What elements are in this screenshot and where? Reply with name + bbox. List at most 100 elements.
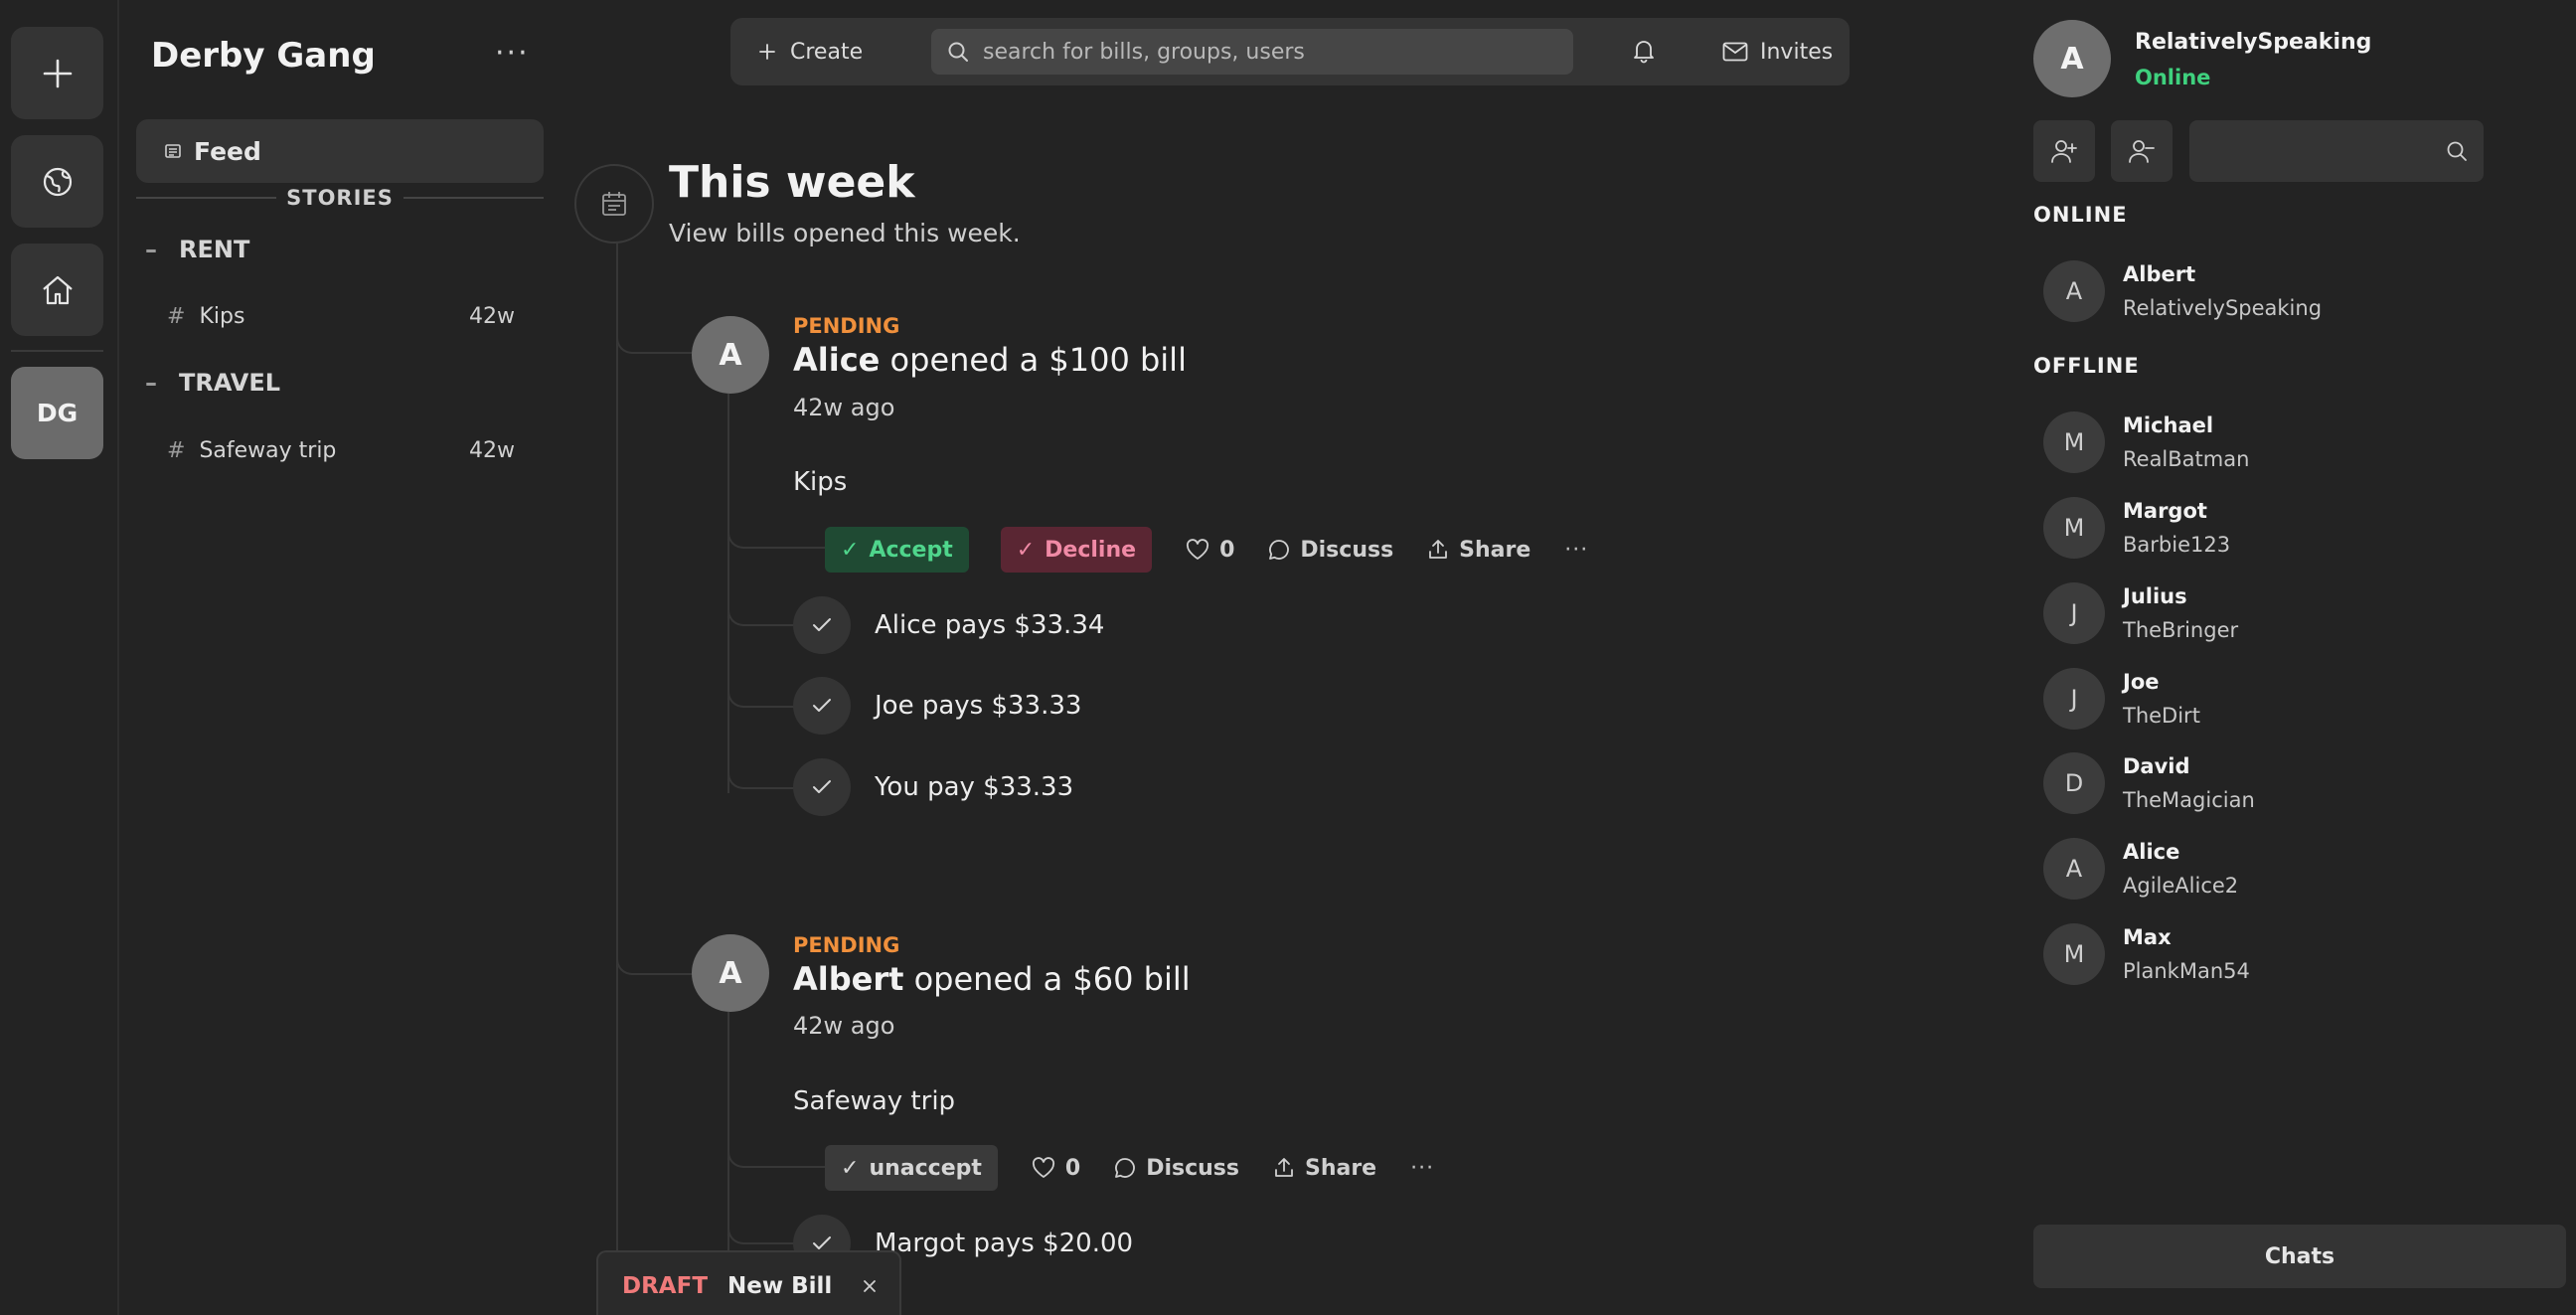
share-label: Share bbox=[1459, 537, 1531, 563]
search-input[interactable] bbox=[983, 39, 1539, 65]
unaccept-button[interactable]: ✓ unaccept bbox=[825, 1145, 998, 1191]
discuss-label: Discuss bbox=[1146, 1155, 1239, 1181]
user-handle: RealBatman bbox=[2123, 447, 2250, 471]
create-button[interactable]: Create bbox=[758, 18, 863, 85]
user-row-alice[interactable]: A Alice AgileAlice2 bbox=[2043, 836, 2238, 902]
check-icon bbox=[813, 1236, 831, 1249]
more-button[interactable]: ··· bbox=[1410, 1156, 1434, 1181]
calendar-icon bbox=[602, 192, 626, 216]
feed-icon bbox=[165, 144, 181, 158]
bill-status: PENDING bbox=[793, 933, 900, 957]
user-name: David bbox=[2123, 754, 2190, 778]
close-icon bbox=[864, 1280, 876, 1292]
people-search-input[interactable] bbox=[2189, 120, 2446, 182]
bill-action-text: opened a $100 bill bbox=[880, 341, 1187, 379]
thread-branch bbox=[727, 736, 797, 789]
accept-label: Accept bbox=[869, 537, 953, 563]
thread-branch bbox=[727, 1118, 825, 1168]
channel-kips[interactable]: # Kips 42w bbox=[167, 304, 515, 329]
user-row-albert[interactable]: A Albert RelativelySpeaking bbox=[2043, 258, 2322, 324]
week-badge bbox=[574, 164, 654, 244]
my-avatar[interactable]: A bbox=[2033, 20, 2111, 97]
like-button[interactable]: 0 bbox=[1186, 538, 1234, 563]
bill-action-text: opened a $60 bill bbox=[903, 960, 1191, 998]
decline-button[interactable]: ✓ Decline bbox=[1000, 527, 1153, 573]
decline-label: Decline bbox=[1045, 537, 1137, 563]
search-icon bbox=[948, 42, 968, 62]
collapse-icon: – bbox=[145, 369, 157, 397]
share-button[interactable]: Share bbox=[1273, 1156, 1376, 1181]
notifications-button[interactable] bbox=[1631, 38, 1657, 64]
user-name: Joe bbox=[2123, 670, 2160, 694]
draft-bill-panel[interactable]: DRAFT New Bill bbox=[596, 1250, 901, 1315]
search-icon bbox=[2447, 141, 2467, 161]
channel-safeway-trip[interactable]: # Safeway trip 42w bbox=[167, 438, 515, 463]
feed-nav-item[interactable]: Feed bbox=[136, 119, 544, 183]
remove-friend-button[interactable] bbox=[2111, 120, 2173, 182]
bill-author-avatar[interactable]: A bbox=[692, 934, 769, 1012]
discuss-button[interactable]: Discuss bbox=[1114, 1156, 1239, 1181]
bill-name: Safeway trip bbox=[793, 1086, 956, 1116]
share-button[interactable]: Share bbox=[1427, 538, 1530, 563]
payment-check[interactable] bbox=[793, 596, 851, 654]
bill-author[interactable]: Albert bbox=[793, 960, 903, 998]
user-avatar: M bbox=[2043, 411, 2105, 473]
global-search[interactable] bbox=[931, 29, 1573, 75]
group-more-button[interactable]: ··· bbox=[495, 36, 530, 71]
check-icon bbox=[813, 780, 831, 793]
channel-name: Kips bbox=[199, 304, 245, 329]
user-name: Julius bbox=[2123, 584, 2187, 608]
payment-check[interactable] bbox=[793, 677, 851, 735]
mail-icon bbox=[1722, 42, 1748, 62]
hash-icon: # bbox=[167, 304, 186, 329]
category-travel[interactable]: – TRAVEL bbox=[145, 369, 280, 397]
user-row-david[interactable]: D David TheMagician bbox=[2043, 750, 2255, 816]
like-count: 0 bbox=[1064, 1155, 1081, 1181]
more-button[interactable]: ··· bbox=[1564, 538, 1588, 563]
close-draft-button[interactable] bbox=[862, 1278, 878, 1294]
payment-text: Joe pays $33.33 bbox=[875, 691, 1082, 721]
user-avatar: A bbox=[2043, 838, 2105, 900]
draft-tag: DRAFT bbox=[622, 1273, 709, 1299]
like-button[interactable]: 0 bbox=[1032, 1156, 1080, 1181]
user-name: Michael bbox=[2123, 413, 2214, 437]
bill-author-avatar[interactable]: A bbox=[692, 316, 769, 394]
bill-author[interactable]: Alice bbox=[793, 341, 880, 379]
user-row-joe[interactable]: J Joe TheDirt bbox=[2043, 666, 2200, 732]
chats-button[interactable]: Chats bbox=[2033, 1225, 2566, 1288]
home-button[interactable] bbox=[11, 244, 103, 336]
comment-icon bbox=[1269, 540, 1290, 560]
comment-icon bbox=[1115, 1158, 1136, 1178]
group-initials: DG bbox=[36, 399, 79, 427]
bill-actions: ✓ Accept ✓ Decline 0 Discuss Share ··· bbox=[825, 527, 1588, 573]
rail-divider bbox=[11, 350, 103, 352]
user-name: Max bbox=[2123, 925, 2172, 949]
user-handle: TheBringer bbox=[2123, 618, 2239, 642]
explore-button[interactable] bbox=[11, 135, 103, 228]
thread-branch bbox=[727, 656, 797, 708]
user-handle: TheDirt bbox=[2123, 704, 2200, 728]
group-button-derby-gang[interactable]: DG bbox=[11, 367, 103, 459]
payment-check[interactable] bbox=[793, 758, 851, 816]
add-friend-button[interactable] bbox=[2033, 120, 2095, 182]
user-row-julius[interactable]: J Julius TheBringer bbox=[2043, 580, 2238, 646]
invites-button[interactable]: Invites bbox=[1722, 18, 1833, 85]
add-group-button[interactable] bbox=[11, 27, 103, 119]
globe-icon bbox=[43, 167, 72, 196]
bill-actions: ✓ unaccept 0 Discuss Share ··· bbox=[825, 1145, 1434, 1191]
people-sidebar: A RelativelySpeaking Online ONLINE A Alb… bbox=[2033, 0, 2576, 1315]
check-icon: ✓ bbox=[1016, 537, 1036, 563]
user-handle: Barbie123 bbox=[2123, 533, 2231, 557]
accept-button[interactable]: ✓ Accept bbox=[825, 527, 969, 573]
category-rent[interactable]: – RENT bbox=[145, 236, 249, 263]
user-row-max[interactable]: M Max PlankMan54 bbox=[2043, 921, 2250, 987]
user-row-margot[interactable]: M Margot Barbie123 bbox=[2043, 495, 2230, 561]
discuss-button[interactable]: Discuss bbox=[1268, 538, 1393, 563]
share-icon bbox=[1275, 1158, 1293, 1177]
bill-title: Albert opened a $60 bill bbox=[793, 960, 1191, 998]
create-label: Create bbox=[790, 39, 864, 65]
user-row-michael[interactable]: M Michael RealBatman bbox=[2043, 410, 2249, 475]
thread-branch bbox=[727, 576, 797, 626]
people-search[interactable] bbox=[2189, 120, 2484, 182]
invites-label: Invites bbox=[1760, 39, 1834, 65]
